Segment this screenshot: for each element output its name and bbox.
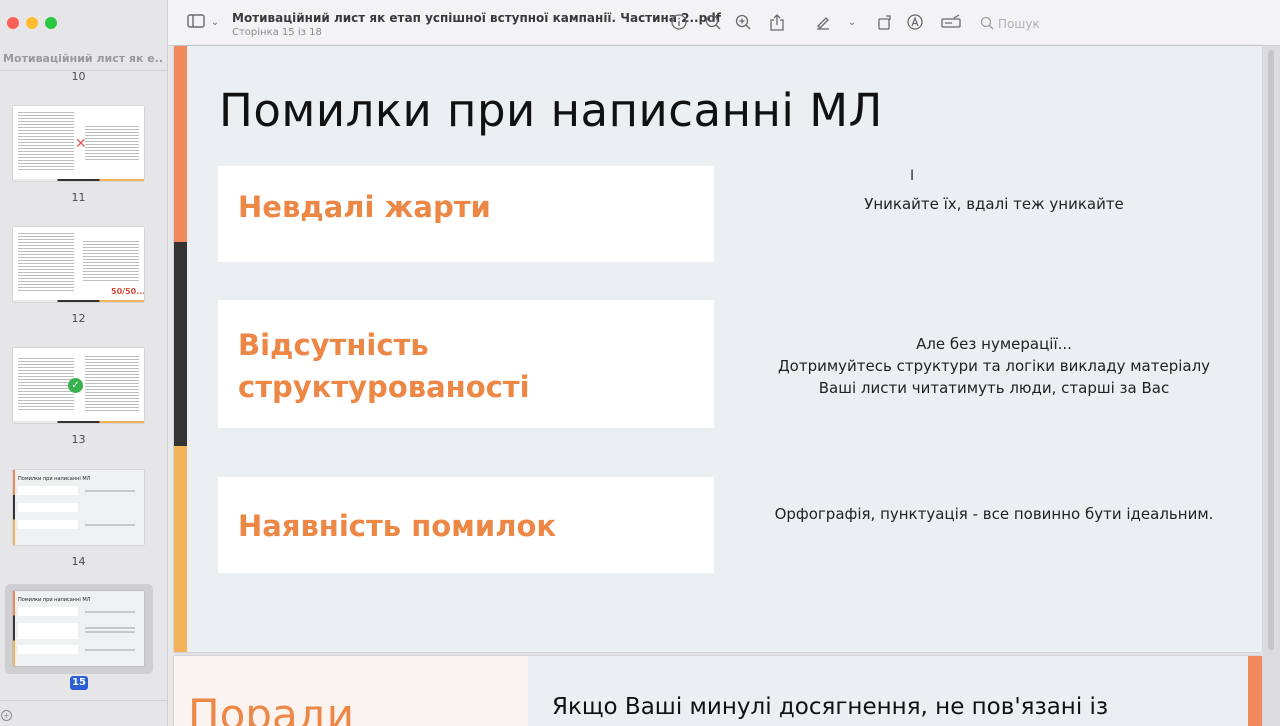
search-placeholder: Пошук	[998, 17, 1040, 31]
accent-bar-coral	[174, 46, 187, 242]
page-number-label: 11	[71, 191, 86, 204]
page-thumbnail-13[interactable]: ✓	[13, 348, 144, 423]
text-cursor-icon: I	[910, 168, 915, 184]
slide-page-16: Поради Якщо Ваші минулі досягнення, не п…	[174, 656, 1262, 726]
form-icon[interactable]	[940, 14, 962, 32]
slide-page-15: Помилки при написанні МЛ Невдалі жарти У…	[174, 46, 1262, 652]
add-page-icon[interactable]: +	[1, 710, 12, 721]
mistake-card: Відсутність структурованості	[218, 300, 714, 428]
next-slide-title: Поради	[188, 690, 355, 726]
page-number-label: 13	[71, 433, 86, 446]
accent-bar-yellow	[174, 446, 187, 652]
slide-title: Помилки при написанні МЛ	[219, 84, 883, 137]
close-window-button[interactable]	[7, 17, 19, 29]
mistake-label: Невдалі жарти	[238, 190, 491, 224]
mistake-label: Відсутність структурованості	[238, 328, 530, 404]
share-icon[interactable]	[768, 14, 786, 32]
mistake-card: Наявність помилок	[218, 477, 714, 573]
zoom-out-icon[interactable]	[704, 14, 722, 32]
accent-bar-dark	[174, 242, 187, 446]
thumbnail-title: Помилки при написанні МЛ	[18, 476, 91, 482]
document-title: Мотиваційний лист як етап успішної вступ…	[232, 11, 721, 25]
maximize-window-button[interactable]	[45, 17, 57, 29]
check-mark-icon: ✓	[68, 378, 83, 393]
mistake-label: Наявність помилок	[238, 509, 557, 543]
thumbnail-sidebar: Мотиваційний лист як е... 10 ✕ 11 50/50.…	[0, 0, 168, 726]
accent-bar-coral	[1248, 656, 1262, 726]
pdf-viewer-window: Мотиваційний лист як е... 10 ✕ 11 50/50.…	[0, 0, 1280, 726]
chevron-down-icon[interactable]: ⌄	[846, 14, 858, 32]
mistake-description: Уникайте їх, вдалі теж уникайте	[864, 195, 1124, 213]
chevron-down-icon[interactable]: ⌄	[208, 14, 222, 32]
scrollbar-thumb[interactable]	[1268, 50, 1274, 650]
sidebar-toggle-icon[interactable]	[186, 13, 206, 31]
cross-mark-icon: ✕	[75, 136, 87, 152]
minimize-window-button[interactable]	[26, 17, 38, 29]
page-indicator: Сторінка 15 із 18	[232, 27, 322, 38]
thumbnail-title: Помилки при написанні МЛ	[18, 597, 91, 603]
markup-icon[interactable]	[906, 14, 924, 32]
mistake-description: Але без нумерації... Дотримуйтесь структ…	[777, 335, 1211, 397]
info-icon[interactable]	[670, 14, 688, 32]
selected-page-number: 15	[70, 676, 88, 690]
search-icon	[980, 16, 996, 33]
rotate-icon[interactable]	[876, 14, 894, 32]
sidebar-title: Мотиваційний лист як е...	[3, 52, 163, 65]
zoom-in-icon[interactable]	[734, 14, 752, 32]
next-slide-text: Якщо Ваші минулі досягнення, не пов'язан…	[552, 694, 1109, 720]
mistake-description: Орфографія, пунктуація - все повинно бут…	[774, 505, 1214, 523]
page-number-label: 10	[71, 70, 86, 83]
highlight-icon[interactable]	[814, 14, 832, 32]
mistake-card: Невдалі жарти	[218, 166, 714, 262]
search-input[interactable]: Пошук	[978, 14, 1158, 34]
page-thumbnail-15[interactable]: Помилки при написанні МЛ	[13, 591, 144, 666]
toolbar: ⌄ Мотиваційний лист як етап успішної вст…	[168, 0, 1280, 46]
page-number-label: 14	[71, 555, 86, 568]
page-thumbnail-12[interactable]: 50/50...	[13, 227, 144, 302]
page-number-label: 12	[71, 312, 86, 325]
page-thumbnail-11[interactable]: ✕	[13, 106, 144, 181]
thumbnail-note: 50/50...	[111, 287, 144, 296]
page-thumbnail-14[interactable]: Помилки при написанні МЛ	[13, 470, 144, 545]
